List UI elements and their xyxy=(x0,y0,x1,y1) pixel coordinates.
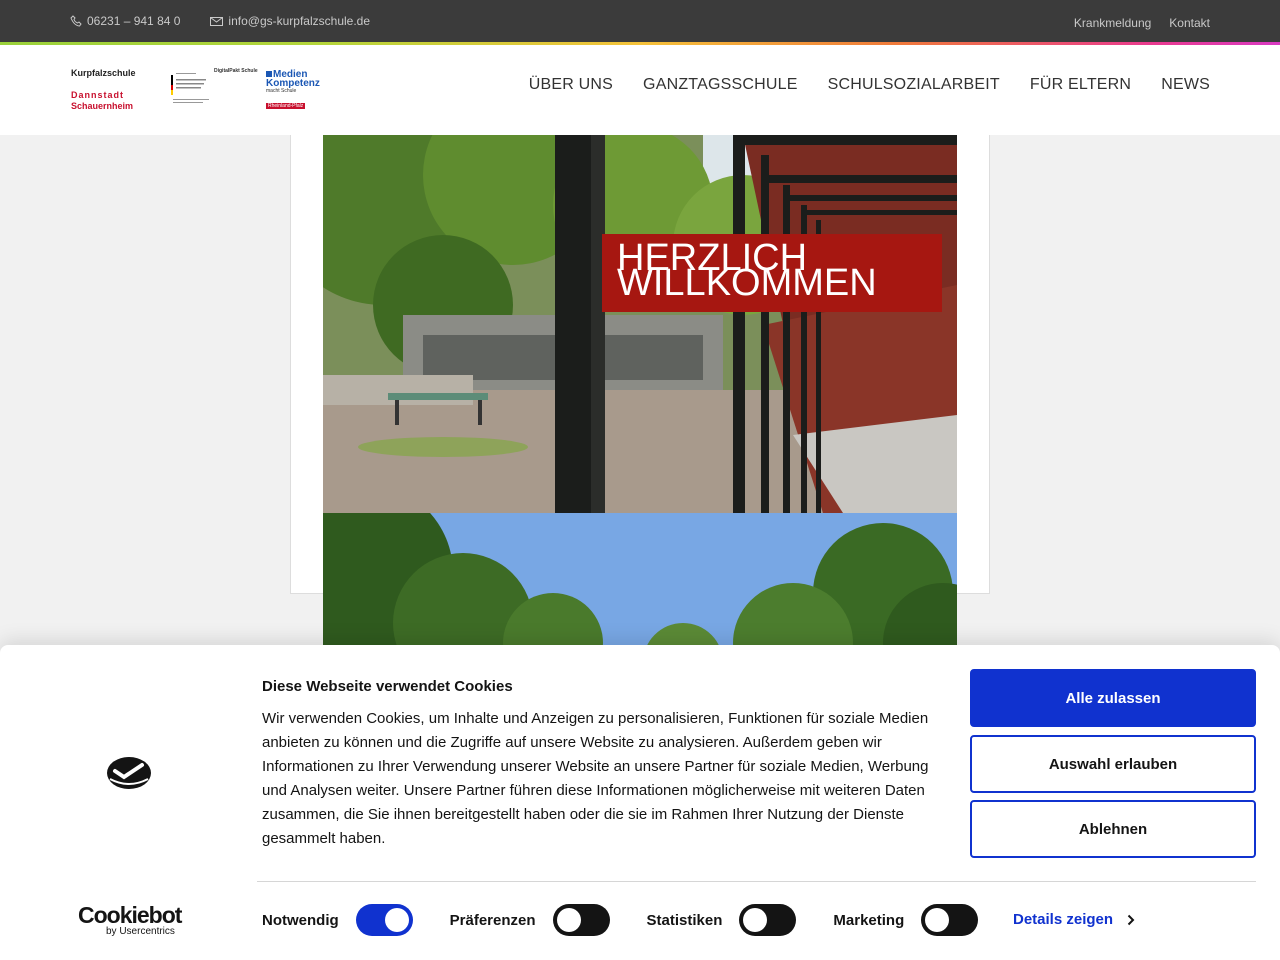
phone-link[interactable]: 06231 – 941 84 0 xyxy=(70,14,180,28)
toggle-group-notwendig: Notwendig xyxy=(262,904,413,936)
cookie-title: Diese Webseite verwendet Cookies xyxy=(262,678,513,695)
top-bar: 06231 – 941 84 0 info@gs-kurpfalzschule.… xyxy=(0,0,1280,42)
toggle-knob xyxy=(925,908,950,932)
allow-all-button[interactable]: Alle zulassen xyxy=(970,669,1256,727)
nav-ueber-uns[interactable]: ÜBER UNS xyxy=(529,76,613,94)
email-link[interactable]: info@gs-kurpfalzschule.de xyxy=(210,14,370,28)
toggle-marketing[interactable] xyxy=(921,904,979,936)
school-logo[interactable]: Kurpfalzschule Dannstadt Schauernheim xyxy=(71,68,136,112)
cookie-divider xyxy=(257,881,1256,882)
toggle-group-praeferenzen: Präferenzen xyxy=(450,904,610,936)
toggle-notwendig[interactable] xyxy=(355,904,413,936)
toggle-label-notwendig: Notwendig xyxy=(262,911,339,929)
rlp-label: Rheinland-Pfalz xyxy=(266,103,306,109)
toggle-label-statistiken: Statistiken xyxy=(646,911,723,929)
envelope-icon xyxy=(210,16,224,26)
chevron-right-icon xyxy=(1127,914,1135,925)
welcome-line-2: WILLKOMMEN xyxy=(617,262,877,304)
blue-square-icon xyxy=(266,71,272,77)
consent-toggles: Notwendig Präferenzen Statistiken Market… xyxy=(262,904,1015,936)
cookiebot-brand[interactable]: Cookiebot by Usercentrics xyxy=(78,903,188,937)
toggle-group-marketing: Marketing xyxy=(833,904,979,936)
toggle-group-statistiken: Statistiken xyxy=(647,904,797,936)
digitalpakt-logo: DigitalPakt Schule xyxy=(214,68,258,74)
nav-fuer-eltern[interactable]: FÜR ELTERN xyxy=(1030,76,1131,94)
link-krankmeldung[interactable]: Krankmeldung xyxy=(1074,16,1151,30)
welcome-banner: HERZLICH WILLKOMMEN xyxy=(602,234,942,312)
toggle-praeferenzen[interactable] xyxy=(552,904,610,936)
toggle-label-praeferenzen: Präferenzen xyxy=(449,911,536,929)
details-link[interactable]: Details zeigen xyxy=(1013,911,1135,928)
toggle-statistiken[interactable] xyxy=(739,904,797,936)
phone-number: 06231 – 941 84 0 xyxy=(87,14,181,28)
cookie-text: Wir verwenden Cookies, um Inhalte und An… xyxy=(262,710,929,847)
main-nav: ÜBER UNS GANZTAGSSCHULE SCHULSOZIALARBEI… xyxy=(529,76,1210,94)
contact-info: 06231 – 941 84 0 info@gs-kurpfalzschule.… xyxy=(70,14,370,28)
cookie-banner: Diese Webseite verwendet Cookies Wir ver… xyxy=(0,645,1280,960)
federal-ministry-logo xyxy=(171,73,209,103)
school-name: Kurpfalzschule xyxy=(71,68,136,78)
brand-name: Cookiebot xyxy=(78,902,182,928)
top-links: Krankmeldung Kontakt xyxy=(1074,16,1210,30)
toggle-label-marketing: Marketing xyxy=(833,911,905,929)
nav-ganztagsschule[interactable]: GANZTAGSSCHULE xyxy=(643,76,798,94)
site-header: Kurpfalzschule Dannstadt Schauernheim Di… xyxy=(0,45,1280,135)
medienkompetenz-logo: Medien Kompetenz macht Schule Rheinland-… xyxy=(266,70,330,109)
school-town-2: Schauernheim xyxy=(71,101,134,111)
email-address: info@gs-kurpfalzschule.de xyxy=(228,14,371,28)
toggle-knob xyxy=(556,908,581,932)
kompetenz-label: Kompetenz xyxy=(266,78,320,89)
toggle-knob xyxy=(384,908,409,932)
deny-button[interactable]: Ablehnen xyxy=(970,800,1256,858)
link-kontakt[interactable]: Kontakt xyxy=(1169,16,1210,30)
allow-selection-button[interactable]: Auswahl erlauben xyxy=(970,735,1256,793)
nav-schulsozialarbeit[interactable]: SCHULSOZIALARBEIT xyxy=(828,76,1000,94)
nav-news[interactable]: NEWS xyxy=(1161,76,1210,94)
toggle-knob xyxy=(743,908,768,932)
details-label: Details zeigen xyxy=(1013,911,1114,928)
schoolyard-photo xyxy=(323,135,957,513)
phone-icon xyxy=(70,15,82,27)
trees-sky-photo xyxy=(323,513,957,653)
school-town-1: Dannstadt xyxy=(71,90,125,100)
brand-sub: by Usercentrics xyxy=(106,926,175,937)
cookiebot-icon xyxy=(107,757,151,789)
